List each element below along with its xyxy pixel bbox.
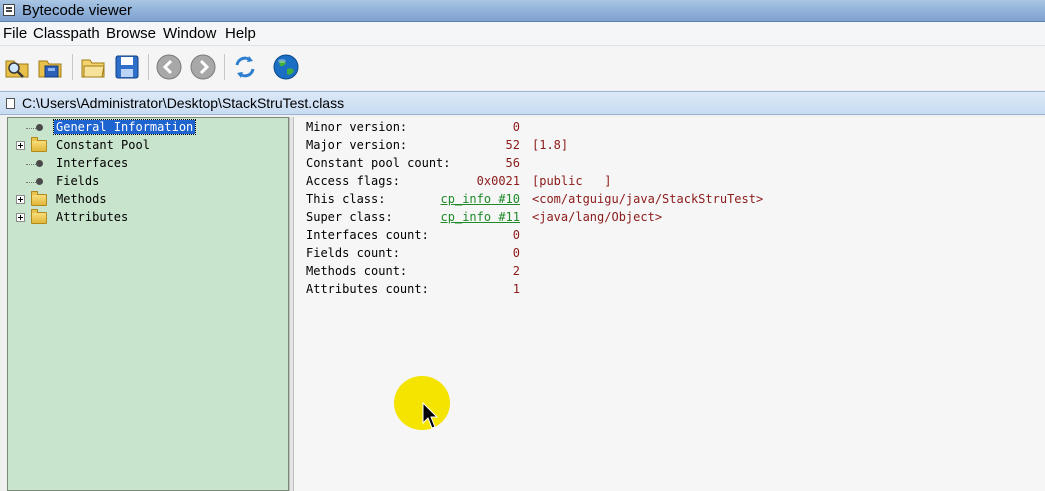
info-key: Access flags: bbox=[306, 174, 400, 188]
tree-node-interfaces[interactable]: Interfaces bbox=[8, 155, 278, 173]
info-value: 1 bbox=[512, 282, 520, 296]
window-title: Bytecode viewer bbox=[22, 2, 133, 19]
file-path: C:\Users\Administrator\Desktop\StackStru… bbox=[22, 95, 345, 111]
forward-icon[interactable] bbox=[189, 53, 217, 81]
menu-window[interactable]: Window bbox=[163, 25, 216, 42]
folder-icon bbox=[31, 137, 47, 152]
info-row-access-flags: Access flags: 0x0021 [public ] bbox=[306, 173, 1026, 191]
info-key: Attributes count: bbox=[306, 282, 429, 296]
info-row-super-class: Super class: cp_info #11 <java/lang/Obje… bbox=[306, 209, 1026, 227]
folder-icon bbox=[31, 209, 47, 224]
info-value: 2 bbox=[512, 264, 520, 278]
tree-node-constant-pool[interactable]: Constant Pool bbox=[8, 137, 278, 155]
info-key: Methods count: bbox=[306, 264, 408, 278]
info-row-constant-pool-count: Constant pool count: 56 bbox=[306, 155, 1026, 173]
tree-node-label[interactable]: Attributes bbox=[54, 210, 130, 224]
info-extra: <java/lang/Object> bbox=[532, 210, 663, 224]
refresh-icon[interactable] bbox=[231, 53, 259, 81]
leaf-icon bbox=[36, 160, 43, 167]
toolbar bbox=[0, 46, 1045, 90]
info-key: This class: bbox=[306, 192, 386, 206]
info-key: Interfaces count: bbox=[306, 228, 429, 242]
info-value: 0 bbox=[512, 228, 520, 242]
class-file-icon bbox=[6, 98, 15, 109]
tree-node-fields[interactable]: Fields bbox=[8, 173, 278, 191]
tree-node-attributes[interactable]: Attributes bbox=[8, 209, 278, 227]
info-row-attributes-count: Attributes count: 1 bbox=[306, 281, 1026, 299]
menu-file[interactable]: File bbox=[3, 25, 27, 42]
tree-node-label[interactable]: Constant Pool bbox=[54, 138, 152, 152]
folder-icon bbox=[31, 191, 47, 206]
info-extra: [public ] bbox=[532, 174, 612, 188]
info-value: 0 bbox=[512, 120, 520, 134]
open-class-icon[interactable] bbox=[3, 53, 31, 81]
mouse-pointer-icon bbox=[422, 402, 438, 429]
tree-node-methods[interactable]: Methods bbox=[8, 191, 278, 209]
cp-info-link[interactable]: cp_info #10 bbox=[441, 192, 520, 206]
info-key: Super class: bbox=[306, 210, 393, 224]
menu-help[interactable]: Help bbox=[225, 25, 256, 42]
info-value: 56 bbox=[505, 156, 520, 170]
tree-node-general-information[interactable]: General Information bbox=[8, 119, 278, 137]
expand-icon[interactable] bbox=[16, 141, 25, 150]
tree-node-label[interactable]: General Information bbox=[52, 119, 197, 135]
tree-node-label[interactable]: Methods bbox=[54, 192, 109, 206]
info-value: 0 bbox=[512, 246, 520, 260]
expand-icon[interactable] bbox=[16, 195, 25, 204]
open-jar-icon[interactable] bbox=[36, 53, 64, 81]
menu-classpath[interactable]: Classpath bbox=[33, 25, 100, 42]
info-value: 52 bbox=[505, 138, 520, 152]
tree-node-label[interactable]: Interfaces bbox=[54, 156, 130, 170]
info-row-this-class: This class: cp_info #10 <com/atguigu/jav… bbox=[306, 191, 1026, 209]
leaf-icon bbox=[36, 124, 43, 131]
app-icon bbox=[3, 4, 15, 16]
info-extra: [1.8] bbox=[532, 138, 569, 152]
leaf-icon bbox=[36, 178, 43, 185]
cp-info-link[interactable]: cp_info #11 bbox=[441, 210, 520, 224]
back-icon[interactable] bbox=[155, 53, 183, 81]
toolbar-separator bbox=[148, 54, 149, 80]
title-bar: Bytecode viewer bbox=[0, 0, 1045, 22]
class-structure-tree: General Information Constant Pool Interf… bbox=[7, 117, 289, 491]
open-folder-icon[interactable] bbox=[79, 53, 107, 81]
save-icon[interactable] bbox=[113, 53, 141, 81]
info-extra: <com/atguigu/java/StackStruTest> bbox=[532, 192, 764, 206]
info-key: Constant pool count: bbox=[306, 156, 451, 170]
web-icon[interactable] bbox=[272, 53, 300, 81]
menu-browse[interactable]: Browse bbox=[106, 25, 156, 42]
file-path-bar: C:\Users\Administrator\Desktop\StackStru… bbox=[0, 91, 1045, 115]
info-row-methods-count: Methods count: 2 bbox=[306, 263, 1026, 281]
tree-node-label[interactable]: Fields bbox=[54, 174, 101, 188]
expand-icon[interactable] bbox=[16, 213, 25, 222]
info-row-major-version: Major version: 52 [1.8] bbox=[306, 137, 1026, 155]
info-key: Minor version: bbox=[306, 120, 408, 134]
toolbar-separator bbox=[224, 54, 225, 80]
info-row-minor-version: Minor version: 0 bbox=[306, 119, 1026, 137]
general-information-panel: Minor version: 0 Major version: 52 [1.8]… bbox=[294, 117, 1045, 491]
menu-bar: File Classpath Browse Window Help bbox=[0, 22, 1045, 46]
info-row-interfaces-count: Interfaces count: 0 bbox=[306, 227, 1026, 245]
info-row-fields-count: Fields count: 0 bbox=[306, 245, 1026, 263]
toolbar-separator bbox=[72, 54, 73, 80]
info-value: 0x0021 bbox=[476, 174, 520, 188]
info-key: Fields count: bbox=[306, 246, 400, 260]
info-key: Major version: bbox=[306, 138, 408, 152]
